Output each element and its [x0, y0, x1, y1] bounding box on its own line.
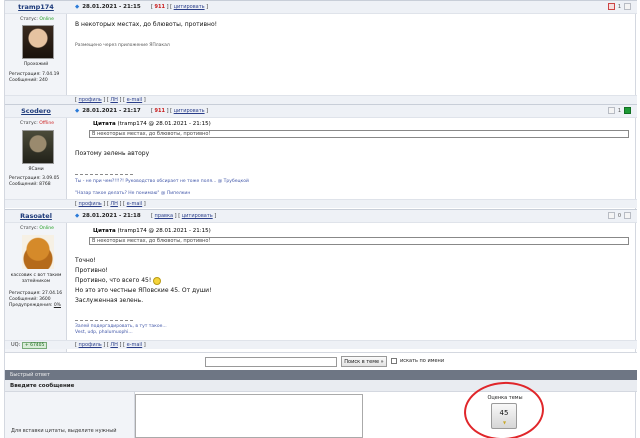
- post-3-sig-divider: [75, 320, 133, 321]
- post-2-username[interactable]: Scodero: [5, 107, 67, 115]
- search-by-name-checkbox[interactable]: [391, 358, 397, 364]
- post-number[interactable]: 911: [155, 4, 165, 10]
- post-2-footer: [ профиль ] [ ЛН ] [ e-mail ]: [5, 199, 637, 208]
- rating-minus-icon[interactable]: [607, 3, 615, 10]
- post-2-quote-box: В некоторых местах, до блювоты, противно…: [89, 130, 629, 138]
- post-3-time: ◆ 28.01.2021 - 21:18: [75, 213, 141, 219]
- rating-plus-icon[interactable]: [624, 3, 631, 10]
- post-2-links: [ 911 ] [ цитировать ]: [151, 108, 209, 114]
- post-3-quote-box: В некоторых местах, до блювоты, противно…: [89, 237, 629, 245]
- quote-link[interactable]: цитировать: [174, 4, 205, 10]
- rating-plus-icon[interactable]: [624, 107, 631, 114]
- thread-search-row: Поиск в теме » искать по имени: [5, 352, 637, 370]
- post-1-app-note: Размещено через приложение ЯПлакал: [75, 43, 170, 48]
- post-3-avatar[interactable]: [22, 235, 54, 269]
- post-2-rating: 1: [607, 107, 631, 114]
- post-2-quote-title: Цитата (tramp174 @ 28.01.2021 - 21:15): [93, 121, 211, 127]
- post-3-username[interactable]: Rasoatel: [5, 212, 67, 220]
- post-2-sig-divider: [75, 174, 133, 175]
- post-3-line-5: Заслуженная зелень.: [75, 297, 144, 304]
- post-3-line-4: Но это это честные ЯПовские 45. От души!: [75, 287, 212, 294]
- post-3-quote-title: Цитата (tramp174 @ 28.01.2021 - 21:15): [93, 228, 211, 234]
- post-2-status: Статус: Offline: [20, 121, 54, 126]
- rating-minus-icon[interactable]: [607, 212, 615, 219]
- post-3-links: [ правка ] [ цитировать ]: [151, 213, 217, 219]
- post-2-avatar[interactable]: [22, 130, 54, 164]
- post-3-uq: UQ: + 67405: [11, 342, 48, 349]
- smiley-icon: [153, 276, 162, 285]
- post-3-sig-2: Vest, udp, phalumuophi...: [75, 330, 133, 335]
- post-3-line-2: Противно!: [75, 267, 108, 274]
- post-3-meta: Регистрация: 27.04.16 Сообщений: 3600 Пр…: [9, 291, 63, 308]
- search-by-name-label: искать по имени: [400, 358, 445, 364]
- post-2-sig-2: "Назар такое делать? Не понимаю" @ Пипел…: [75, 191, 191, 196]
- post-1-user-title: Прохожий: [23, 62, 49, 67]
- post-1-footer: [ профиль ] [ ЛН ] [ e-mail ]: [5, 95, 637, 104]
- post-2-footer-links: [ профиль ] [ ЛН ] [ e-mail ]: [75, 201, 146, 207]
- compose-header: Введите сообщение: [5, 380, 637, 392]
- post-number[interactable]: 911: [155, 108, 165, 114]
- post-1-time: ◆ 28.01.2021 - 21:15: [75, 4, 141, 10]
- post-2-sig-1: Ты - не при чем?!!!?! Руководство обсира…: [75, 179, 249, 184]
- post-dot-icon: ◆: [75, 4, 80, 10]
- thread-search-input[interactable]: [205, 357, 337, 367]
- post-1-rating: 1: [607, 3, 631, 10]
- forum-frame: tramp174 Статус: Online Прохожий Регистр…: [4, 0, 637, 438]
- post-dot-icon: ◆: [75, 108, 80, 114]
- post-2-meta: Регистрация: 3.09.05 Сообщений: 8768: [9, 176, 60, 187]
- post-1-footer-links: [ профиль ] [ ЛН ] [ e-mail ]: [75, 97, 146, 103]
- compose-hint: Для вставки цитаты, выделите нужный: [11, 428, 117, 434]
- post-3-footer: UQ: + 67405 [ профиль ] [ ЛН ] [ e-mail …: [5, 340, 637, 349]
- post-2: Scodero Статус: Offline ЯСами Регистраци…: [5, 104, 637, 208]
- message-textarea[interactable]: [135, 394, 363, 438]
- post-3-footer-links: [ профиль ] [ ЛН ] [ e-mail ]: [75, 342, 146, 348]
- post-1-text: В некоторых местах, до блювоты, противно…: [75, 21, 218, 28]
- post-dot-icon: ◆: [75, 213, 80, 219]
- post-2-text: Поэтому зелень автору: [75, 150, 150, 157]
- post-3-status: Статус: Online: [20, 226, 54, 231]
- post-3-line-1: Точно!: [75, 257, 96, 264]
- post-1-status: Статус: Online: [20, 17, 54, 22]
- post-3-user-title: кассовик с вот таким затейником: [10, 273, 62, 284]
- quote-link[interactable]: цитировать: [174, 108, 205, 114]
- rating-plus-icon[interactable]: [624, 212, 631, 219]
- rating-minus-icon[interactable]: [607, 107, 615, 114]
- post-3: Rasoatel Статус: Online кассовик с вот т…: [5, 209, 637, 352]
- post-3-line-3: Противно, что всего 45!: [75, 276, 162, 286]
- quick-reply-header: Быстрый ответ: [5, 370, 637, 380]
- post-1-links: [ 911 ] [ цитировать ]: [151, 4, 209, 10]
- thread-search-button[interactable]: Поиск в теме »: [341, 356, 387, 367]
- quote-link[interactable]: цитировать: [182, 213, 213, 219]
- post-1: tramp174 Статус: Online Прохожий Регистр…: [5, 0, 637, 104]
- post-3-rating: 0: [607, 212, 631, 219]
- post-2-user-title: ЯСами: [28, 167, 44, 172]
- post-2-time: ◆ 28.01.2021 - 21:17: [75, 108, 141, 114]
- edit-link[interactable]: правка: [155, 213, 174, 219]
- post-1-username[interactable]: tramp174: [5, 3, 67, 11]
- post-1-meta: Регистрация: 7.04.19 Сообщений: 240: [9, 72, 60, 83]
- post-1-avatar[interactable]: [22, 25, 54, 59]
